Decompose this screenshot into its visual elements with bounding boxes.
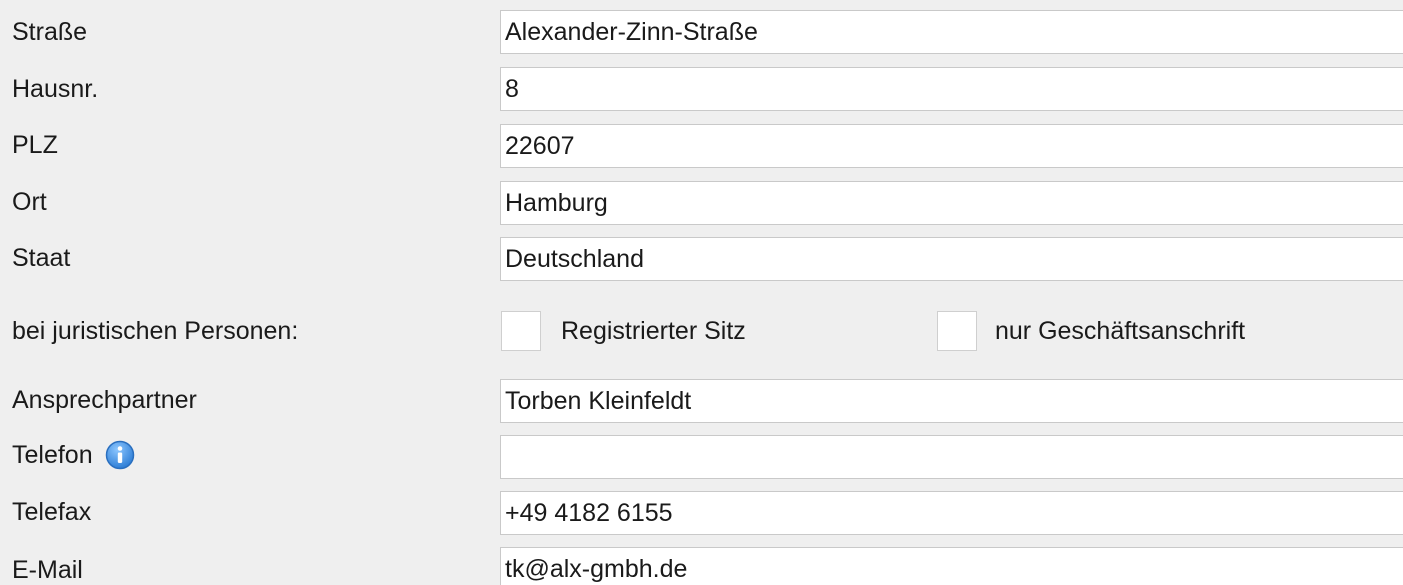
- strasse-label: Straße: [12, 18, 88, 46]
- email-label: E-Mail: [12, 556, 83, 584]
- telefon-label: Telefon: [12, 441, 93, 469]
- info-icon[interactable]: [105, 440, 135, 470]
- plz-label: PLZ: [12, 131, 58, 159]
- telefon-input[interactable]: [500, 435, 1403, 479]
- ort-label: Ort: [12, 188, 47, 216]
- telefax-label: Telefax: [12, 498, 92, 526]
- ansprechpartner-input[interactable]: [500, 379, 1403, 423]
- nur-geschaeftsanschrift-label: nur Geschäftsanschrift: [995, 317, 1246, 345]
- staat-label: Staat: [12, 244, 71, 272]
- strasse-input[interactable]: [500, 10, 1403, 54]
- registrierter-sitz-label: Registrierter Sitz: [561, 317, 746, 345]
- telefon-label-row: Telefon: [12, 440, 135, 470]
- plz-input[interactable]: [500, 124, 1403, 168]
- nur-geschaeftsanschrift-checkbox[interactable]: [937, 311, 977, 351]
- hausnr-input[interactable]: [500, 67, 1403, 111]
- staat-input[interactable]: [500, 237, 1403, 281]
- email-input[interactable]: [500, 547, 1403, 585]
- registrierter-sitz-checkbox[interactable]: [501, 311, 541, 351]
- address-form: Straße Hausnr. PLZ Ort Staat bei juristi…: [0, 0, 1403, 585]
- ort-input[interactable]: [500, 181, 1403, 225]
- juristische-personen-label: bei juristischen Personen:: [12, 317, 299, 345]
- hausnr-label: Hausnr.: [12, 75, 99, 103]
- telefax-input[interactable]: [500, 491, 1403, 535]
- ansprechpartner-label: Ansprechpartner: [12, 386, 197, 414]
